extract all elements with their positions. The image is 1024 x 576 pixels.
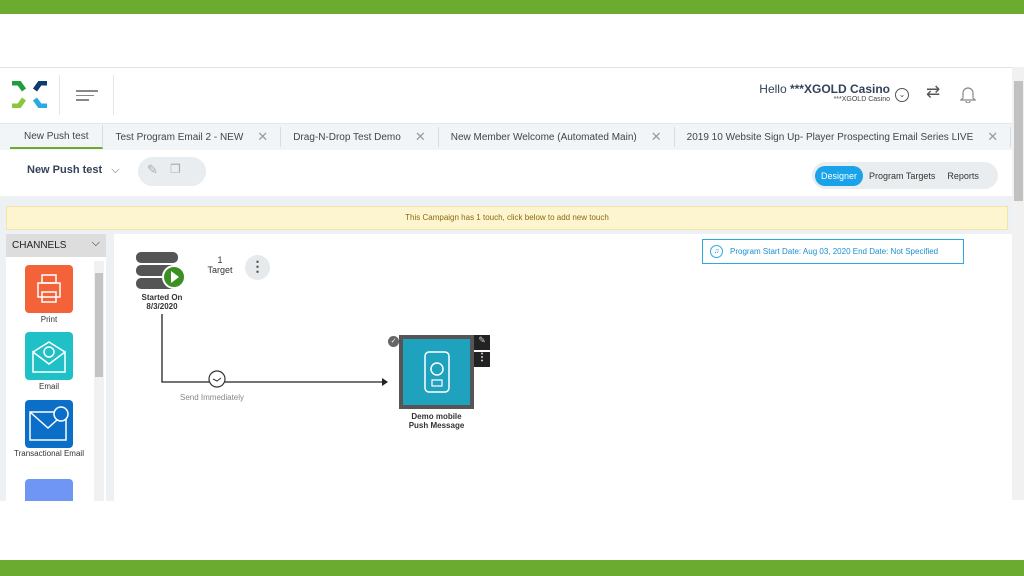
channel-label: Email: [38, 382, 59, 391]
program-dates-box: ♫ Program Start Date: Aug 03, 2020 End Da…: [702, 239, 964, 264]
tab-new-member-welcome[interactable]: New Member Welcome (Automated Main) ✕: [439, 127, 675, 147]
program-dates: Program Start Date: Aug 03, 2020 End Dat…: [730, 247, 939, 256]
toolbar: New Push test ⌵ ✎ ❐ Designer Program Tar…: [0, 150, 1012, 196]
start-label: Started On: [141, 293, 183, 302]
sub-account: ***XGOLD Casino: [833, 96, 890, 103]
switch-account-icon[interactable]: ⇄: [926, 82, 940, 102]
tab-bar: New Push test Test Program Email 2 - NEW…: [0, 123, 1012, 150]
divider: [59, 75, 60, 115]
program-name: New Push test: [27, 164, 103, 176]
header: Hello ***XGOLD Casino ***XGOLD Casino ⌄ …: [0, 68, 1012, 123]
touch-label-line: Demo mobile: [411, 412, 462, 421]
action-group: ✎ ❐: [138, 157, 206, 186]
chevron-down-icon: ⌵: [111, 164, 120, 176]
check-icon: ✓: [388, 336, 399, 347]
designer-canvas: Started On 8/3/2020 1 Target ⋮ Send Immedi…: [114, 234, 1012, 501]
tab-designer[interactable]: Designer: [815, 165, 864, 186]
sms-channel-icon[interactable]: [25, 479, 73, 501]
tab-label: 2019 10 Website Sign Up- Player Prospect…: [686, 131, 974, 143]
mobile-push-icon: [424, 351, 450, 393]
channels-sidebar: CHANNELS ⌵ Print Email Transactional Emai…: [6, 234, 106, 501]
tab-label: New Push test: [24, 130, 89, 142]
start-node-label: Started On 8/3/2020: [134, 293, 190, 311]
target-more-options-button[interactable]: ⋮: [245, 255, 270, 280]
top-brand-bar: [0, 0, 1024, 14]
channel-label: Transactional Email: [14, 449, 84, 458]
tab-program-targets[interactable]: Program Targets: [863, 166, 941, 186]
campaign-banner: This Campaign has 1 touch, click below t…: [6, 206, 1008, 230]
greeting: Hello: [759, 82, 790, 96]
divider: [113, 75, 114, 115]
close-icon[interactable]: ✕: [257, 129, 268, 145]
bottom-brand-bar: [0, 560, 1024, 576]
target-summary: 1 Target: [204, 255, 236, 275]
user-dropdown-chevron-icon[interactable]: ⌄: [895, 88, 909, 102]
close-icon[interactable]: ✕: [651, 129, 662, 145]
channels-header[interactable]: CHANNELS ⌵: [6, 234, 106, 257]
user-info[interactable]: Hello ***XGOLD Casino ***XGOLD Casino: [759, 82, 890, 103]
bell-icon: ♫: [710, 245, 723, 258]
program-selector[interactable]: New Push test ⌵: [27, 164, 120, 177]
tab-test-program-email-2[interactable]: Test Program Email 2 - NEW ✕: [103, 127, 282, 147]
tab-drag-n-drop-test-demo[interactable]: Drag-N-Drop Test Demo ✕: [281, 127, 439, 147]
copy-icon[interactable]: ❐: [170, 162, 181, 176]
transactional-email-channel-icon[interactable]: [25, 400, 73, 448]
tab-reports[interactable]: Reports: [941, 166, 985, 186]
chevron-down-icon: ⌵: [91, 237, 100, 249]
tab-label: Test Program Email 2 - NEW: [115, 131, 244, 143]
edit-touch-icon[interactable]: ✎: [474, 335, 490, 350]
close-icon[interactable]: ✕: [415, 129, 426, 145]
connector-label: Send Immediately: [180, 393, 245, 402]
edit-icon[interactable]: ✎: [147, 162, 158, 178]
page-scrollbar[interactable]: [1012, 67, 1024, 500]
tab-new-push-test[interactable]: New Push test: [10, 125, 104, 149]
channel-label: Print: [40, 315, 58, 324]
tab-2019-website-signup[interactable]: 2019 10 Website Sign Up- Player Prospect…: [675, 127, 1012, 147]
target-label: Target: [207, 265, 233, 275]
menu-icon[interactable]: [76, 90, 98, 101]
close-icon[interactable]: ✕: [987, 129, 998, 145]
tab-label: New Member Welcome (Automated Main): [450, 131, 637, 143]
tab-label: Drag-N-Drop Test Demo: [293, 131, 401, 143]
app-window: Hello ***XGOLD Casino ***XGOLD Casino ⌄ …: [0, 67, 1012, 501]
view-switcher: Designer Program Targets Reports: [812, 162, 998, 189]
workspace: This Campaign has 1 touch, click below t…: [0, 196, 1012, 501]
start-date: 8/3/2020: [146, 302, 178, 311]
email-channel-icon[interactable]: [25, 332, 73, 380]
sidebar-scrollbar[interactable]: [94, 261, 104, 501]
start-node-icon[interactable]: [136, 252, 186, 292]
print-channel-icon[interactable]: [25, 265, 73, 313]
touch-node-push-message[interactable]: [399, 335, 474, 409]
touch-label: Demo mobile Push Message: [394, 412, 479, 430]
target-count: 1: [217, 255, 223, 265]
user-name: ***XGOLD Casino: [789, 82, 890, 96]
touch-more-options-icon[interactable]: ⋮: [474, 352, 490, 367]
touch-label-line: Push Message: [408, 421, 465, 430]
bell-icon[interactable]: [960, 85, 976, 103]
channels-title: CHANNELS: [12, 240, 67, 251]
app-logo: [12, 81, 47, 108]
